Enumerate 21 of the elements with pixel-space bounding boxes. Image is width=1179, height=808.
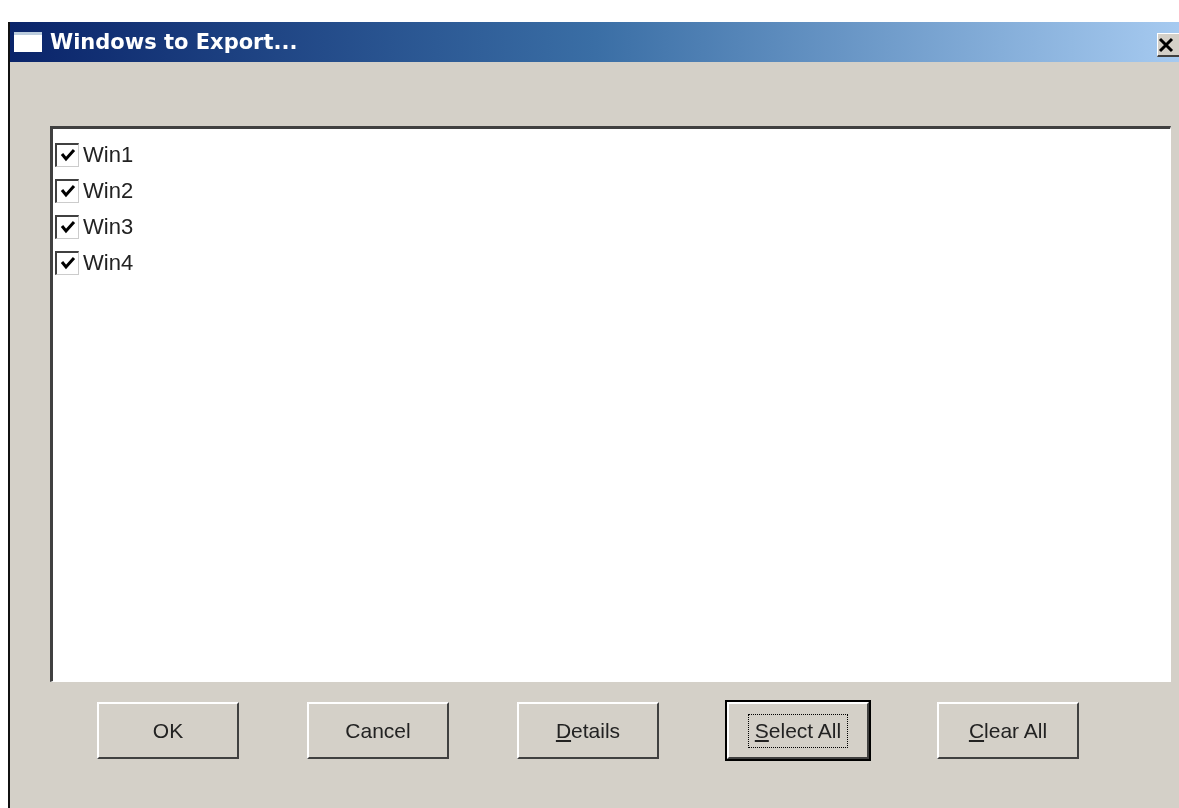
check-icon <box>59 256 76 270</box>
window-name: Win2 <box>83 177 134 204</box>
checkbox[interactable] <box>55 142 79 167</box>
window-name: Win3 <box>83 213 134 240</box>
window-icon <box>14 32 42 52</box>
dialog-button[interactable]: Clear All <box>937 702 1079 759</box>
window-title: Windows to Export... <box>50 30 299 54</box>
close-icon <box>1158 36 1174 53</box>
dialog-button[interactable]: Select All <box>727 702 869 759</box>
checkbox[interactable] <box>55 250 79 275</box>
window-name: Win1 <box>83 141 134 168</box>
dialog-button[interactable]: OK <box>97 702 239 759</box>
check-icon <box>59 220 76 234</box>
dialog-button[interactable]: Cancel <box>307 702 449 759</box>
checkbox[interactable] <box>55 214 79 239</box>
dialog-button[interactable]: Details <box>517 702 659 759</box>
checkbox[interactable] <box>55 178 79 203</box>
check-icon <box>59 184 76 198</box>
window-name: Win4 <box>83 249 134 276</box>
close-button[interactable] <box>1157 33 1179 57</box>
check-icon <box>59 148 76 162</box>
